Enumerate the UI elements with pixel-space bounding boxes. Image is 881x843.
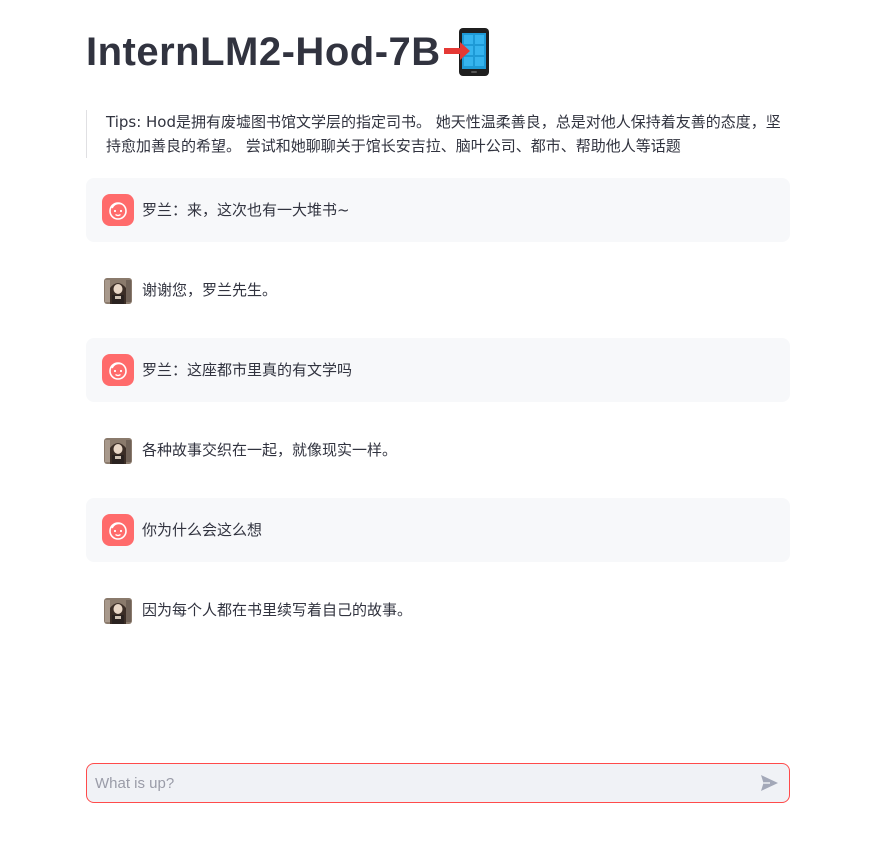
- chat-message-text: 谢谢您，罗兰先生。: [142, 281, 278, 299]
- chat-message-text: 各种故事交织在一起，就像现实一样。: [142, 441, 398, 459]
- chat-message-user: 罗兰：来，这次也有一大堆书~: [86, 178, 790, 242]
- chat-message-text: 你为什么会这么想: [142, 521, 263, 539]
- smiley-face-icon: [102, 354, 134, 386]
- smiley-face-icon: [102, 514, 134, 546]
- page-title: InternLM2-Hod-7B: [86, 29, 441, 74]
- chat-message-text: 因为每个人都在书里续写着自己的故事。: [142, 601, 413, 619]
- chat-message-assistant: 各种故事交织在一起，就像现实一样。: [86, 418, 790, 482]
- send-arrow-icon: [761, 775, 778, 791]
- smiley-face-icon: [102, 194, 134, 226]
- chat-message-text: 罗兰：来，这次也有一大堆书~: [142, 201, 350, 219]
- character-portrait-icon: [102, 274, 134, 306]
- chat-input[interactable]: [95, 764, 735, 802]
- header: InternLM2-Hod-7B: [86, 26, 491, 78]
- send-button[interactable]: [759, 773, 779, 793]
- chat-message-text: 罗兰：这座都市里真的有文学吗: [142, 361, 353, 379]
- chat-message-assistant: 因为每个人都在书里续写着自己的故事。: [86, 578, 790, 642]
- chat-message-user: 罗兰：这座都市里真的有文学吗: [86, 338, 790, 402]
- chat-input-container: [86, 763, 790, 803]
- mobile-phone-arrow-icon: [443, 26, 491, 78]
- character-portrait-icon: [102, 434, 134, 466]
- chat-message-user: 你为什么会这么想: [86, 498, 790, 562]
- chat-history: 罗兰：来，这次也有一大堆书~ 谢谢您，罗兰先生。 罗兰：这座都市里真的有文学吗 …: [86, 178, 790, 658]
- chat-message-assistant: 谢谢您，罗兰先生。: [86, 258, 790, 322]
- character-portrait-icon: [102, 594, 134, 626]
- tips-callout: Tips: Hod是拥有废墟图书馆文学层的指定司书。 她天性温柔善良，总是对他人…: [86, 110, 790, 158]
